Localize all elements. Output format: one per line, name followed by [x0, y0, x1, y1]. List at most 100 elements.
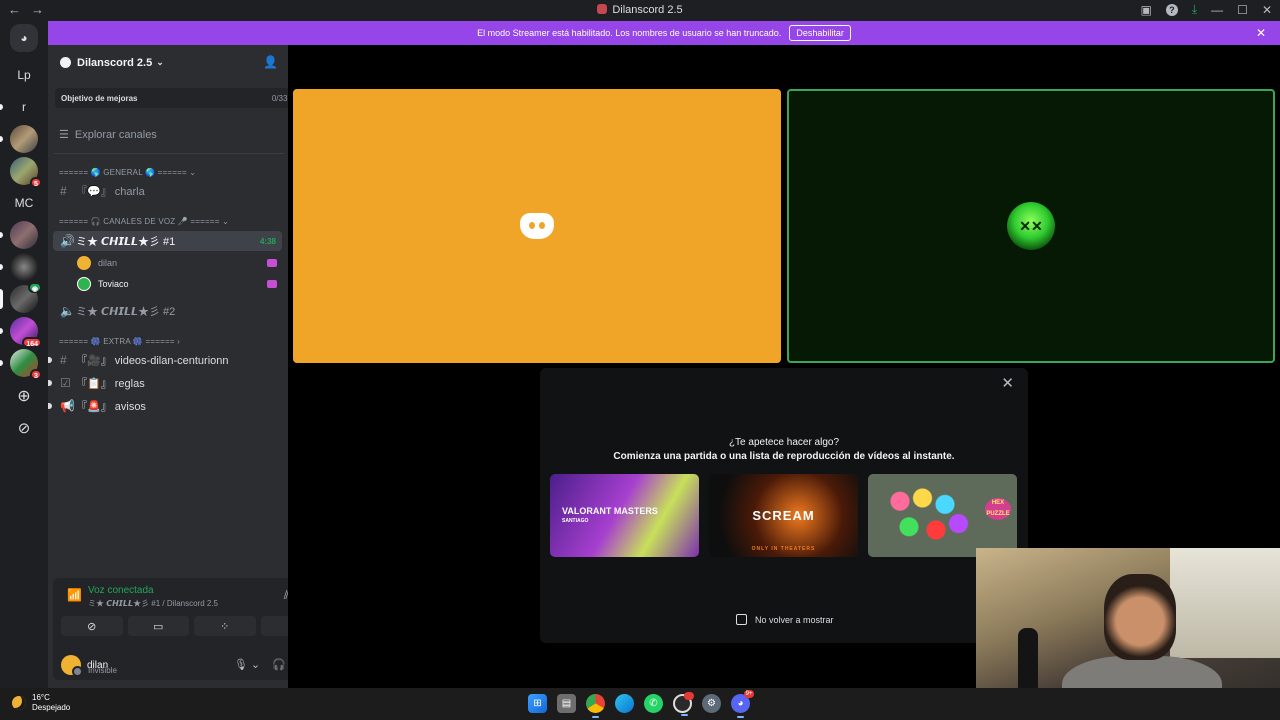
card-title: SCREAM: [752, 508, 815, 523]
category-extra[interactable]: ====== 🎆 EXTRA 🎆 ====== ›: [59, 337, 180, 346]
server-name: Dilanscord 2.5: [77, 56, 153, 69]
banner-message: El modo Streamer está habilitado. Los no…: [477, 28, 782, 38]
popup-subtitle: Comienza una partida o una lista de repr…: [613, 451, 955, 462]
signal-icon[interactable]: 📶: [67, 588, 82, 602]
voice-channel-chill-2[interactable]: 🔈 ミ★ 𝘾𝙃𝙄𝙇𝙇★彡 #2: [53, 301, 282, 321]
add-server-icon[interactable]: ⊕: [10, 382, 38, 410]
chevron-down-icon: ⌄: [156, 57, 164, 67]
add-member-icon[interactable]: 👤: [263, 55, 278, 69]
help-icon[interactable]: ?: [1165, 3, 1178, 16]
temperature: 16°C: [32, 693, 50, 702]
channel-videos[interactable]: # 『🎥』 videos-dilan-centurionn: [48, 350, 282, 370]
channel-charla[interactable]: # 『💬』 charla: [53, 181, 282, 201]
card-title: VALORANT MASTERS: [562, 505, 658, 516]
voice-timer: 4:38: [259, 236, 276, 246]
channel-label: 『💬』 charla: [76, 186, 145, 198]
activity-card-hex-puzzle[interactable]: HEX PUZZLE: [868, 474, 1017, 557]
server-header[interactable]: Dilanscord 2.5 ⌄ 👤: [48, 45, 288, 80]
voice-activity-badge: ◉: [27, 282, 42, 293]
close-icon[interactable]: ✕: [1001, 374, 1014, 392]
whatsapp-icon[interactable]: ✆: [644, 694, 663, 713]
edge-icon[interactable]: [615, 694, 634, 713]
disable-streamer-button[interactable]: Deshabilitar: [789, 25, 851, 41]
video-tile-dilan[interactable]: [293, 89, 781, 363]
windows-start-icon[interactable]: ⊞: [528, 694, 547, 713]
activities-popup: ✕ ¿Te apetece hacer algo? Comienza una p…: [540, 368, 1028, 643]
channel-label: 『📋』 reglas: [76, 378, 145, 390]
user-panel[interactable]: dilan Invisible 🎙 ⌄ 🎧 ⌄ ⚙: [61, 652, 322, 678]
checkbox-label: No volver a mostrar: [755, 614, 834, 625]
camera-off-button[interactable]: ⊘: [61, 616, 123, 636]
voice-channel-chill-1[interactable]: 🔊 ミ★ 𝘾𝙃𝙄𝙇𝙇★彡 #1 4:38: [53, 231, 282, 251]
server-avatar[interactable]: 5: [10, 157, 42, 188]
discover-icon[interactable]: ⊘: [10, 414, 38, 442]
activity-card-scream[interactable]: SCREAM ONLY IN THEATERS: [709, 474, 858, 557]
microphone-icon[interactable]: 🎙 ⌄: [234, 658, 260, 671]
close-window-button[interactable]: ✕: [1262, 3, 1272, 17]
rules-icon: ☑: [60, 376, 71, 390]
checkbox[interactable]: [736, 614, 747, 625]
avatar: [77, 256, 91, 270]
unread-indicator: [48, 380, 52, 386]
voice-user[interactable]: dilan: [77, 254, 277, 272]
voice-status[interactable]: Voz conectada: [88, 585, 154, 596]
activities-button[interactable]: ⁘: [194, 616, 256, 636]
maximize-button[interactable]: ☐: [1237, 3, 1248, 17]
activity-card-valorant[interactable]: VALORANT MASTERS SANTIAGO: [550, 474, 699, 557]
weather-widget[interactable]: 16°C Despejado: [12, 693, 70, 713]
server-icon: [60, 57, 71, 68]
minimize-button[interactable]: —: [1211, 3, 1223, 17]
channel-sidebar: Dilanscord 2.5 ⌄ 👤 Objetivo de mejoras 0…: [48, 45, 330, 688]
server-lp[interactable]: Lp: [10, 61, 38, 89]
server-avatar[interactable]: 164: [10, 317, 42, 348]
channel-avisos[interactable]: 📢 『🚨』 avisos: [48, 396, 282, 416]
channel-label: ミ★ 𝘾𝙃𝙄𝙇𝙇★彡 #1: [76, 236, 176, 248]
video-tile-toviaco[interactable]: ✕✕: [787, 89, 1275, 363]
popup-title: ¿Te apetece hacer algo?: [728, 437, 840, 448]
app-logo-icon: [597, 4, 608, 14]
server-avatar[interactable]: 3: [10, 349, 42, 380]
channel-label: ミ★ 𝘾𝙃𝙄𝙇𝙇★彡 #2: [76, 306, 176, 318]
server-lp-label: Lp: [17, 68, 31, 82]
server-avatar[interactable]: [10, 221, 38, 249]
settings-icon[interactable]: ⚙: [702, 694, 721, 713]
mention-badge: 5: [30, 177, 42, 188]
dont-show-again[interactable]: No volver a mostrar: [736, 614, 834, 625]
explore-channels[interactable]: ☰ Explorar canales: [59, 128, 157, 142]
user-avatar[interactable]: [61, 655, 83, 677]
server-mc[interactable]: MC: [10, 189, 38, 217]
screen-share-button[interactable]: ▭: [127, 616, 189, 636]
category-extra-label: ====== 🎆 EXTRA 🎆 ======: [59, 337, 175, 346]
category-voice[interactable]: ====== 🎧 CANALES DE VOZ 🎤 ====== ⌄: [59, 217, 229, 226]
server-rail: ◕ Lp r 5 MC ◉ 164 3 ⊕ ⊘: [0, 21, 48, 688]
megaphone-icon: 📢: [60, 399, 75, 413]
server-indicator: [0, 264, 3, 270]
voice-buttons: ⊘ ▭ ⁘ ♫: [61, 616, 322, 636]
notification-badge: [684, 692, 694, 700]
server-r[interactable]: r: [10, 93, 38, 121]
category-voice-label: ====== 🎧 CANALES DE VOZ 🎤 ======: [59, 217, 220, 226]
hashtag-icon: #: [60, 353, 67, 367]
server-avatar[interactable]: ◉: [10, 282, 42, 313]
server-indicator: [0, 136, 3, 142]
discord-window: ← → Dilanscord 2.5 ▣ ? ⤓ — ☐ ✕ El modo S…: [0, 0, 1280, 720]
speaker-icon: 🔈: [60, 304, 75, 318]
discord-home-icon[interactable]: ◕: [10, 24, 38, 52]
voice-location[interactable]: ミ★ 𝘾𝙃𝙄𝙇𝙇★彡 #1 / Dilanscord 2.5: [88, 598, 218, 609]
channel-reglas[interactable]: ☑ 『📋』 reglas: [48, 373, 282, 393]
category-general[interactable]: ====== 🌎 GENERAL 🌎 ====== ⌄: [59, 168, 196, 177]
discord-taskbar-icon[interactable]: ◕ 9+: [731, 690, 754, 718]
download-icon[interactable]: ⤓: [1192, 2, 1197, 17]
unread-indicator: [48, 357, 52, 363]
server-mc-label: MC: [14, 196, 34, 210]
chrome-icon[interactable]: [586, 694, 605, 718]
banner-close-icon[interactable]: ✕: [1256, 26, 1266, 40]
server-avatar[interactable]: [10, 253, 38, 281]
file-explorer-icon[interactable]: ▤: [557, 694, 576, 713]
window-title: Dilanscord 2.5: [0, 4, 1280, 16]
server-avatar[interactable]: [10, 125, 38, 153]
obs-icon[interactable]: [673, 692, 694, 716]
voice-user[interactable]: Toviaco: [77, 275, 277, 293]
inbox-icon[interactable]: ▣: [1141, 3, 1152, 17]
active-server-indicator: [0, 289, 3, 309]
